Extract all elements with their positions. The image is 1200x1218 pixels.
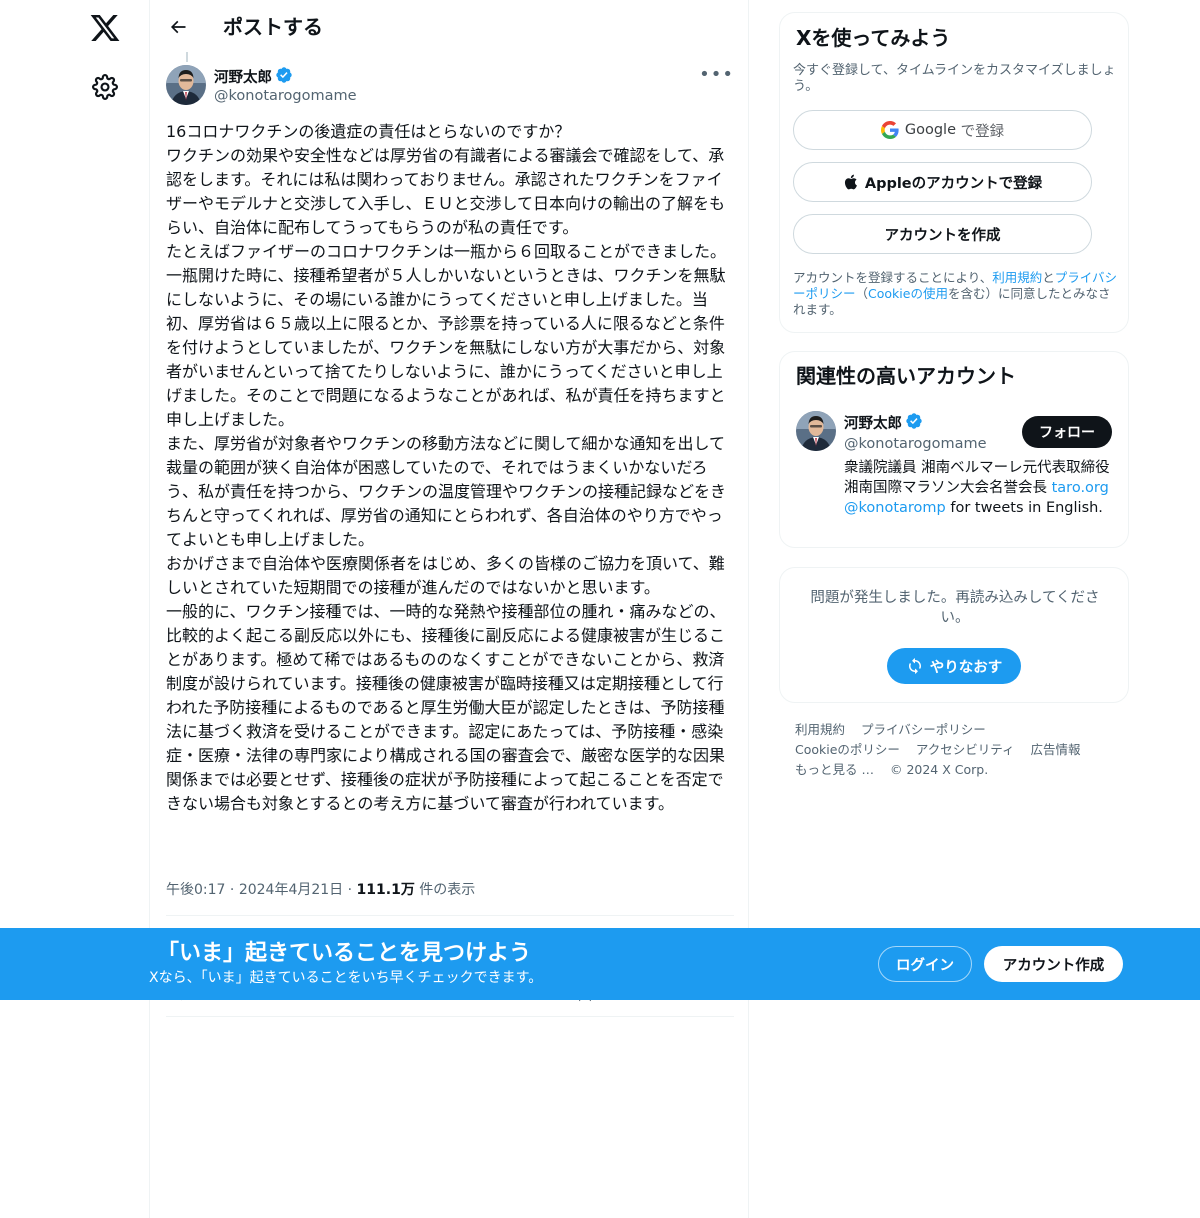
top-bar: ポストする xyxy=(150,0,748,53)
related-name-text: 河野太郎 xyxy=(844,416,902,432)
related-account-handle[interactable]: @konotarogomame xyxy=(844,434,987,454)
x-logo-icon[interactable] xyxy=(89,12,121,44)
bio-website-link[interactable]: taro.org xyxy=(1052,480,1109,496)
footer-cookie-link[interactable]: Cookieのポリシー xyxy=(795,742,900,757)
back-arrow-icon[interactable] xyxy=(164,13,192,41)
apple-logo-icon xyxy=(843,173,859,191)
retry-label: やりなおす xyxy=(929,659,1003,676)
footer-ads-link[interactable]: 広告情報 xyxy=(1031,742,1081,757)
thread-line xyxy=(186,52,188,62)
left-nav xyxy=(0,0,150,1218)
footer-accessibility-link[interactable]: アクセシビリティ xyxy=(916,742,1015,757)
signup-terms: アカウントを登録することにより、利用規約とプライバシーポリシー（Cookieの使… xyxy=(793,270,1119,318)
create-account-label: アカウントを作成 xyxy=(884,227,1001,244)
bio-mention-link[interactable]: @konotaromp xyxy=(844,500,946,516)
footer-terms-link[interactable]: 利用規約 xyxy=(795,722,845,737)
author-handle[interactable]: @konotarogomame xyxy=(214,86,357,106)
google-signup-suffix: で登録 xyxy=(960,123,1005,140)
banner-subtitle: Xなら、「いま」起きていることをいち早くチェックできます。 xyxy=(149,970,543,986)
author-name-text: 河野太郎 xyxy=(214,70,272,86)
tweet-text: 16コロナワクチンの後遺症の責任はとらないのですか？ ワクチンの効果や安全性など… xyxy=(166,122,727,813)
signup-subtitle: 今すぐ登録して、タイムラインをカスタマイズしましょう。 xyxy=(793,63,1116,94)
google-g-icon xyxy=(880,121,899,139)
login-button[interactable]: ログイン xyxy=(878,946,972,982)
apple-signup-label: Appleのアカウントで登録 xyxy=(864,175,1043,192)
view-count-suffix: 件の表示 xyxy=(419,882,476,898)
footer-more-link[interactable]: もっと見る … xyxy=(795,762,874,777)
footer-privacy-link[interactable]: プライバシーポリシー xyxy=(861,722,986,737)
retry-button[interactable]: やりなおす xyxy=(887,648,1021,684)
tweet-meta: 午後0:17 · 2024年4月21日 · 111.1万 件の表示 xyxy=(166,880,475,900)
meta-divider xyxy=(166,915,734,916)
google-signup-button[interactable]: Google で登録 xyxy=(793,110,1092,150)
related-account-bio: 衆議院議員 湘南ベルマーレ元代表取締役 湘南国際マラソン大会名誉会長 taro.… xyxy=(844,458,1116,518)
actions-divider xyxy=(166,1016,734,1017)
more-options-icon[interactable]: ••• xyxy=(699,66,734,84)
bottom-signup-banner: 「いま」起きていることを見つけよう Xなら、「いま」起きていることをいち早くチェ… xyxy=(0,928,1200,1000)
page-title: ポストする xyxy=(223,15,323,39)
error-message: 問題が発生しました。再読み込みしてください。 xyxy=(810,590,1100,626)
tweet-date[interactable]: 2024年4月21日 xyxy=(239,882,343,898)
meta-separator: · xyxy=(229,882,239,898)
related-accounts-card: 関連性の高いアカウント 河野太郎 @konotarogomame フォロー 衆議… xyxy=(779,351,1129,548)
create-account-button[interactable]: アカウントを作成 xyxy=(793,214,1092,254)
tweet-author: 河野太郎 @konotarogomame ••• xyxy=(166,64,736,108)
refresh-icon xyxy=(908,658,921,674)
banner-signup-button[interactable]: アカウント作成 xyxy=(984,946,1123,982)
tweet-time[interactable]: 午後0:17 xyxy=(166,882,225,898)
terms-and: と xyxy=(1042,270,1055,285)
signup-card: Xを使ってみよう 今すぐ登録して、タイムラインをカスタマイズしましょう。 Goo… xyxy=(779,12,1129,333)
banner-title: 「いま」起きていることを見つけよう xyxy=(157,941,532,966)
author-avatar[interactable] xyxy=(166,65,206,105)
google-brand-label: Google xyxy=(904,122,957,138)
terms-paren: （ xyxy=(855,286,869,301)
view-count: 111.1万 xyxy=(356,882,415,898)
settings-gear-icon[interactable] xyxy=(92,74,118,100)
apple-signup-button[interactable]: Appleのアカウントで登録 xyxy=(793,162,1092,202)
cookie-use-link[interactable]: Cookieの使用 xyxy=(868,286,948,301)
related-card-title: 関連性の高いアカウント xyxy=(796,364,1016,388)
related-account-name[interactable]: 河野太郎 xyxy=(844,412,923,436)
verified-badge-icon xyxy=(902,412,923,436)
footer-copyright: © 2024 X Corp. xyxy=(889,762,989,777)
main-column: ポストする 河野太郎 @konotarogomame ••• 16コロナワクチン… xyxy=(149,0,749,1218)
related-avatar[interactable] xyxy=(796,411,836,451)
meta-separator: · xyxy=(347,882,357,898)
error-card: 問題が発生しました。再読み込みしてください。 やりなおす xyxy=(779,567,1129,703)
terms-link[interactable]: 利用規約 xyxy=(992,270,1042,285)
terms-prefix: アカウントを登録することにより、 xyxy=(793,270,993,285)
footer-links: 利用規約 プライバシーポリシー Cookieのポリシー アクセシビリティ 広告情… xyxy=(795,720,1125,780)
signup-card-title: Xを使ってみよう xyxy=(796,26,951,50)
follow-button[interactable]: フォロー xyxy=(1022,416,1112,448)
bio-tail: for tweets in English. xyxy=(945,500,1103,516)
